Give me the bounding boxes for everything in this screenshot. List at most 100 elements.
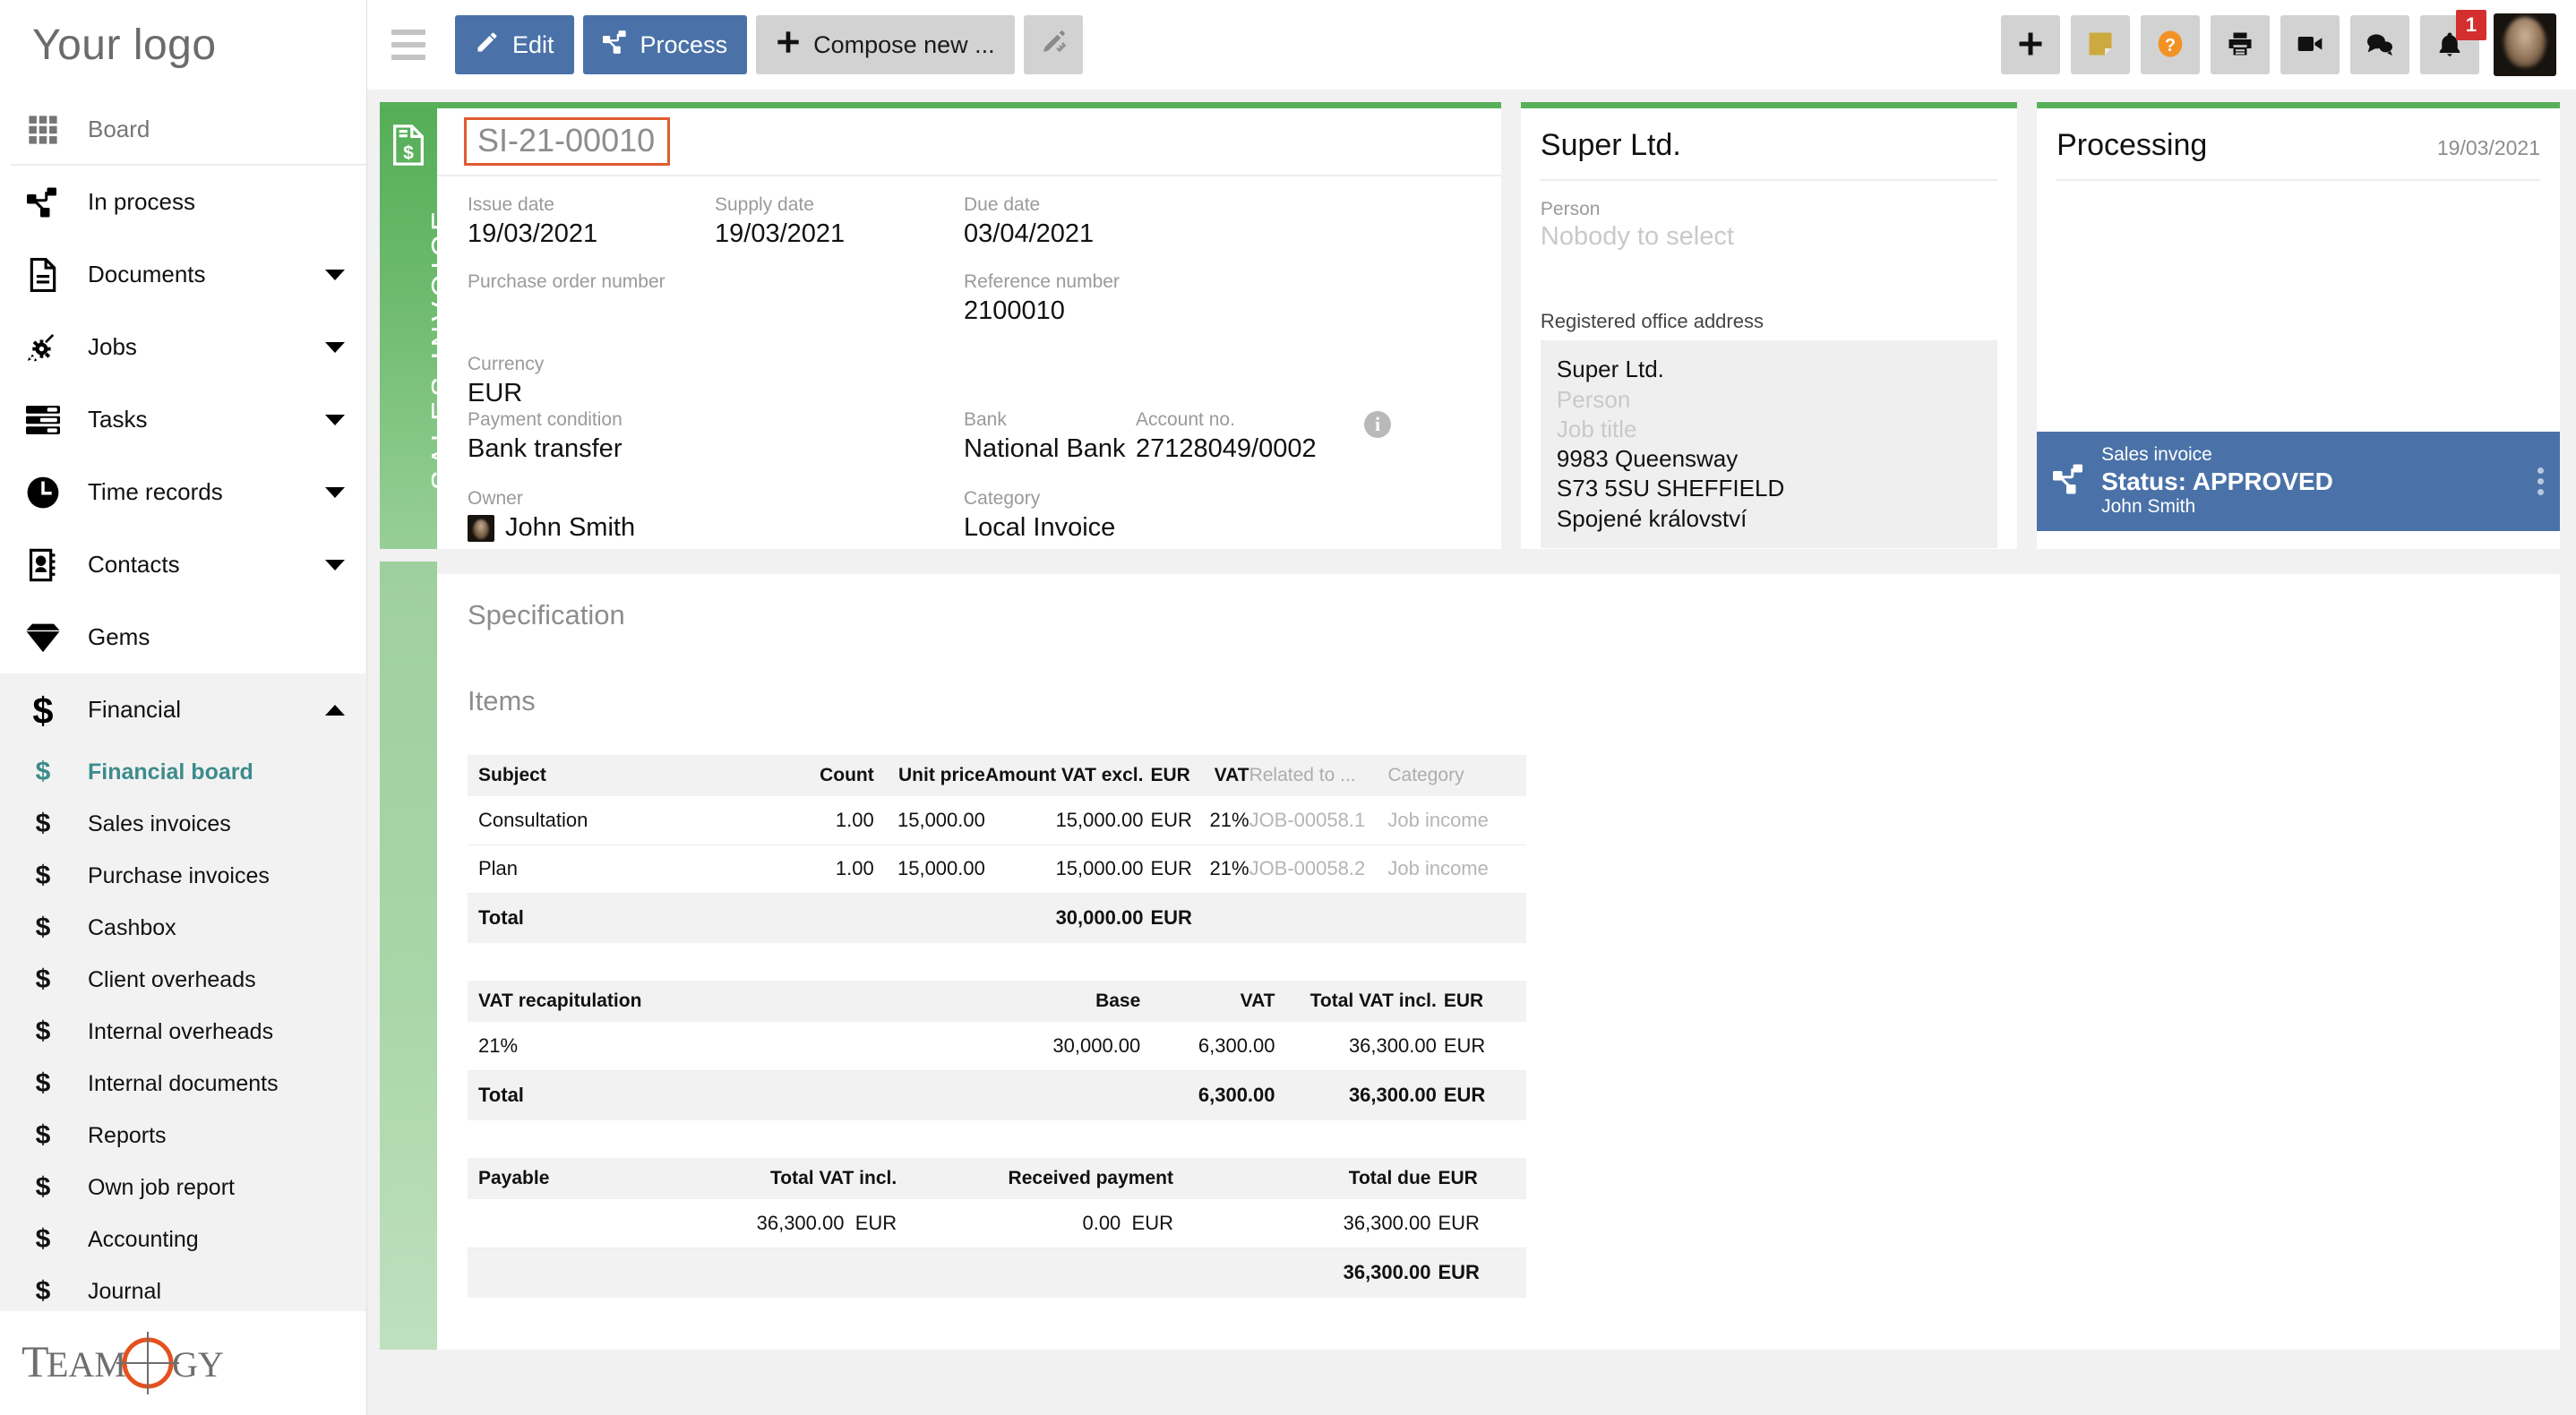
dollar-icon: $ bbox=[35, 1120, 51, 1150]
cell-subject: Plan bbox=[468, 845, 793, 894]
sidebar-item-label: Documents bbox=[88, 261, 206, 287]
sidebar-item-accounting[interactable]: $ Accounting bbox=[0, 1213, 366, 1265]
status-card-user: John Smith bbox=[2101, 496, 2196, 518]
compose-new-button[interactable]: Compose new ... bbox=[756, 15, 1015, 74]
field-payment-condition[interactable]: Payment condition Bank transfer bbox=[468, 407, 623, 467]
field-label: Currency bbox=[468, 354, 545, 374]
field-label: Supply date bbox=[715, 194, 814, 215]
chevron-down-icon[interactable] bbox=[325, 559, 345, 570]
field-reference-number[interactable]: Reference number 2100010 bbox=[964, 270, 1120, 329]
cell-unit-price: 15,000.00 bbox=[873, 845, 985, 894]
svg-text:GY: GY bbox=[172, 1344, 224, 1385]
vat-total-row: Total 6,300.00 36,300.00 EUR bbox=[468, 1070, 1526, 1120]
chat-icon bbox=[2366, 30, 2394, 61]
app-root: Your logo Board In process Documents Job… bbox=[0, 0, 2576, 1415]
sidebar-item-label: Tasks bbox=[88, 406, 148, 433]
table-row[interactable]: Consultation 1.00 15,000.00 15,000.00 EU… bbox=[468, 796, 1526, 845]
cell-amount: 15,000.00 bbox=[984, 796, 1144, 845]
print-icon bbox=[2227, 30, 2254, 60]
footer-amount: 36,300.00 bbox=[1172, 1248, 1431, 1298]
document-side-strip bbox=[380, 562, 437, 1350]
sidebar-item-financial-board[interactable]: $ Financial board bbox=[0, 746, 366, 798]
video-icon-button[interactable] bbox=[2280, 15, 2340, 74]
sidebar-item-contacts[interactable]: Contacts bbox=[0, 528, 366, 601]
user-avatar[interactable] bbox=[2494, 13, 2556, 76]
table-header-row: VAT recapitulation Base VAT Total VAT in… bbox=[468, 981, 1526, 1022]
field-label: Issue date bbox=[468, 194, 554, 215]
help-icon-button[interactable]: ? bbox=[2141, 15, 2200, 74]
field-owner[interactable]: Owner John Smith bbox=[468, 486, 635, 545]
kebab-menu-icon[interactable] bbox=[2537, 467, 2544, 496]
sidebar-item-gems[interactable]: Gems bbox=[0, 601, 366, 673]
chevron-up-icon[interactable] bbox=[325, 704, 345, 716]
table-row[interactable]: 36,300.00 EUR 0.00 EUR 36,300.00 EUR bbox=[468, 1199, 1526, 1248]
field-account-number[interactable]: Account no. 27128049/0002 bbox=[1136, 407, 1317, 467]
edit-button[interactable]: Edit bbox=[455, 15, 574, 74]
col-currency: EUR bbox=[1436, 981, 1526, 1022]
field-due-date[interactable]: Due date 03/04/2021 bbox=[964, 193, 1094, 252]
address-line: Spojené království bbox=[1556, 504, 1747, 532]
sidebar-item-internal-overheads[interactable]: $ Internal overheads bbox=[0, 1006, 366, 1058]
sidebar-item-tasks[interactable]: Tasks bbox=[0, 383, 366, 456]
table-header-row: Subject Count Unit price Amount VAT excl… bbox=[468, 755, 1526, 796]
sidebar-item-internal-documents[interactable]: $ Internal documents bbox=[0, 1058, 366, 1110]
sidebar-item-purchase-invoices[interactable]: $ Purchase invoices bbox=[0, 850, 366, 902]
dollar-icon: $ bbox=[35, 757, 51, 786]
logo-area[interactable]: Your logo bbox=[0, 0, 366, 90]
chevron-down-icon[interactable] bbox=[325, 486, 345, 498]
field-supply-date[interactable]: Supply date 19/03/2021 bbox=[715, 193, 845, 252]
field-purchase-order-number[interactable]: Purchase order number bbox=[468, 270, 665, 295]
print-icon-button[interactable] bbox=[2211, 15, 2270, 74]
content-scroll-area[interactable]: $ SALES INVOICE SI-21-00010 Issue date 1… bbox=[367, 90, 2576, 1415]
client-name[interactable]: Super Ltd. bbox=[1540, 108, 1998, 181]
add-icon-button[interactable] bbox=[2001, 15, 2060, 74]
sidebar-item-financial[interactable]: $ Financial bbox=[0, 673, 366, 746]
field-category[interactable]: Category Local Invoice bbox=[964, 486, 1115, 545]
address-box[interactable]: Super Ltd. Person Job title 9983 Queensw… bbox=[1540, 340, 1998, 548]
sidebar-item-jobs[interactable]: Jobs bbox=[0, 311, 366, 383]
table-row[interactable]: Plan 1.00 15,000.00 15,000.00 EUR 21% JO… bbox=[468, 845, 1526, 894]
sidebar-item-time-records[interactable]: Time records bbox=[0, 456, 366, 528]
bell-icon-button[interactable]: 1 bbox=[2420, 10, 2486, 74]
processing-title: Processing bbox=[2057, 128, 2208, 162]
hamburger-icon[interactable] bbox=[380, 21, 437, 68]
sidebar-item-own-job-report[interactable]: $ Own job report bbox=[0, 1162, 366, 1213]
account-info-tooltip-icon[interactable]: i bbox=[1364, 411, 1391, 438]
sidebar-item-reports[interactable]: $ Reports bbox=[0, 1110, 366, 1162]
field-issue-date[interactable]: Issue date 19/03/2021 bbox=[468, 193, 597, 252]
col-count: Count bbox=[792, 755, 874, 796]
field-bank[interactable]: Bank National Bank bbox=[964, 407, 1126, 467]
chevron-down-icon[interactable] bbox=[325, 414, 345, 425]
chevron-down-icon[interactable] bbox=[325, 269, 345, 280]
note-icon-button[interactable] bbox=[2071, 15, 2130, 74]
document-type-strip: $ SALES INVOICE bbox=[380, 108, 459, 549]
sidebar-item-in-process[interactable]: In process bbox=[0, 166, 366, 238]
table-row[interactable]: 21% 30,000.00 6,300.00 36,300.00 EUR bbox=[468, 1022, 1526, 1071]
dollar-icon: $ bbox=[35, 1224, 51, 1254]
cell-related-to: JOB-00058.2 bbox=[1249, 845, 1388, 894]
address-label: Registered office address bbox=[1540, 310, 1764, 333]
footer-currency: EUR bbox=[1430, 1248, 1526, 1298]
dollar-icon: $ bbox=[35, 809, 51, 838]
submenu-label: Financial board bbox=[88, 759, 253, 785]
sidebar-item-documents[interactable]: Documents bbox=[0, 238, 366, 311]
chat-icon-button[interactable] bbox=[2350, 15, 2409, 74]
help-icon: ? bbox=[2156, 30, 2185, 61]
process-button[interactable]: Process bbox=[582, 15, 748, 74]
field-value: 2100010 bbox=[964, 296, 1065, 326]
sidebar-item-cashbox[interactable]: $ Cashbox bbox=[0, 902, 366, 954]
document-number[interactable]: SI-21-00010 bbox=[464, 117, 671, 166]
design-tools-button[interactable] bbox=[1023, 15, 1083, 74]
sidebar-item-board[interactable]: Board bbox=[0, 93, 366, 166]
sidebar-item-sales-invoices[interactable]: $ Sales invoices bbox=[0, 798, 366, 850]
sidebar-item-journal[interactable]: $ Journal bbox=[0, 1265, 366, 1317]
specification-heading: Specification bbox=[468, 599, 625, 630]
person-value[interactable]: Nobody to select bbox=[1541, 220, 1997, 253]
chevron-down-icon[interactable] bbox=[325, 341, 345, 353]
status-card[interactable]: Sales invoice Status: APPROVED John Smit… bbox=[2037, 432, 2560, 531]
col-related-to: Related to ... bbox=[1249, 755, 1388, 796]
submenu-label: Accounting bbox=[88, 1226, 199, 1252]
sidebar-item-client-overheads[interactable]: $ Client overheads bbox=[0, 954, 366, 1006]
submenu-label: Sales invoices bbox=[88, 810, 231, 836]
field-currency[interactable]: Currency EUR bbox=[468, 352, 544, 411]
